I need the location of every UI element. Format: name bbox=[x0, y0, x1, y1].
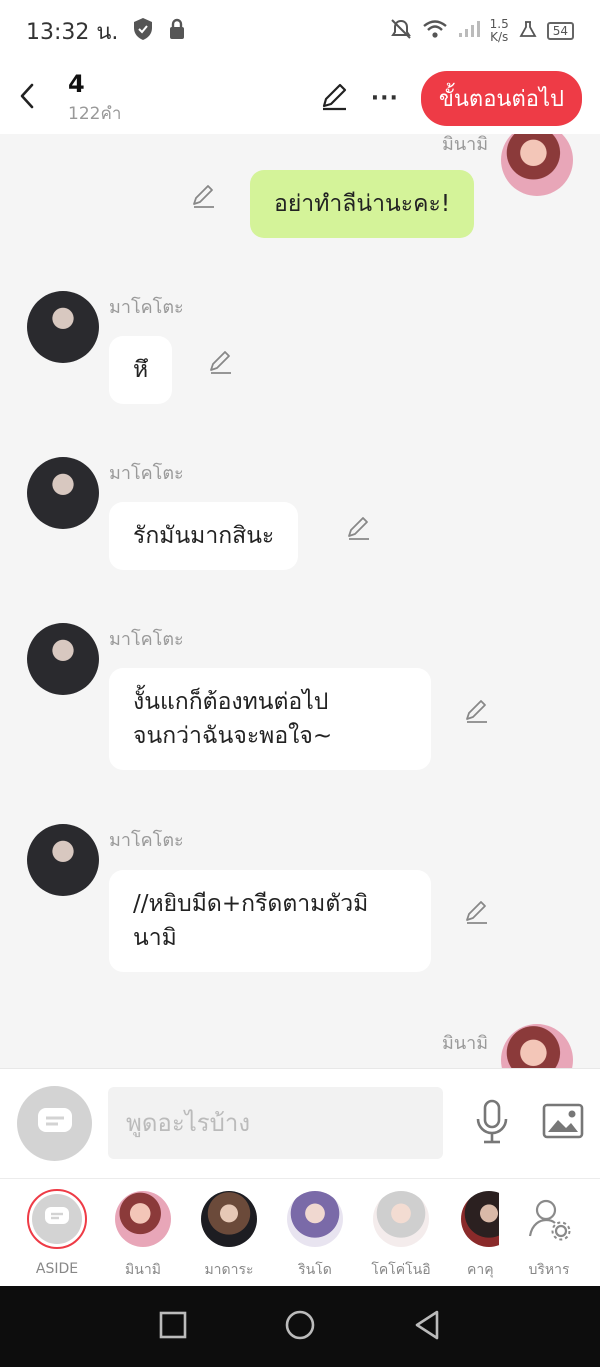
speaker-name: มาโคโตะ bbox=[109, 830, 184, 851]
avatar-makoto[interactable] bbox=[27, 623, 99, 695]
character-label: ASIDE bbox=[35, 1261, 79, 1277]
back-icon bbox=[18, 82, 36, 114]
aside-toggle-button[interactable] bbox=[17, 1086, 92, 1161]
chat-bubble-icon bbox=[44, 1206, 70, 1232]
edit-icon[interactable] bbox=[345, 514, 373, 542]
bell-off-icon bbox=[390, 18, 412, 44]
character-label: มินามิ bbox=[125, 1262, 161, 1278]
word-count: 122คำ bbox=[68, 103, 122, 124]
avatar bbox=[373, 1191, 429, 1247]
avatar-minami[interactable] bbox=[501, 1024, 573, 1068]
edit-icon[interactable] bbox=[463, 898, 491, 926]
image-icon[interactable] bbox=[542, 1102, 584, 1144]
pencil-icon[interactable] bbox=[319, 81, 349, 115]
character-selector: ASIDE มินามิ มาดาระ รินโด โคโค่โนอิ คาคุ… bbox=[0, 1178, 600, 1286]
message-line: นามิ bbox=[133, 925, 177, 951]
battery-indicator: 54 bbox=[546, 22, 574, 40]
message-bubble[interactable]: งั้นแกก็ต้องทนต่อไป จนกว่าฉันจะพอใจ~ bbox=[109, 668, 431, 770]
avatar bbox=[201, 1191, 257, 1247]
speed-unit: K/s bbox=[490, 30, 509, 44]
edit-icon[interactable] bbox=[207, 348, 235, 376]
character-label: คาคุ bbox=[467, 1262, 494, 1278]
avatar-makoto[interactable] bbox=[27, 457, 99, 529]
speaker-name: มาโคโตะ bbox=[109, 463, 184, 484]
character-item-madara[interactable]: มาดาระ bbox=[189, 1191, 269, 1281]
nav-back-icon[interactable] bbox=[413, 1309, 441, 1345]
speaker-name: มินามิ bbox=[442, 1033, 489, 1054]
message-bubble[interactable]: //หยิบมีด+กรีดตามตัวมิ นามิ bbox=[109, 870, 431, 972]
speaker-name: มาโคโตะ bbox=[109, 629, 184, 650]
edit-icon[interactable] bbox=[463, 697, 491, 725]
wifi-icon bbox=[422, 19, 448, 43]
message-input-bar bbox=[0, 1068, 600, 1178]
message-line: จนกว่าฉันจะพอใจ~ bbox=[133, 723, 333, 749]
avatar-makoto[interactable] bbox=[27, 824, 99, 896]
avatar bbox=[287, 1191, 343, 1247]
more-icon[interactable]: ··· bbox=[371, 86, 399, 111]
editor-header: 4 122คำ ··· ขั้นตอนต่อไป bbox=[0, 62, 600, 134]
speaker-name: มินามิ bbox=[442, 134, 489, 155]
nav-square-icon[interactable] bbox=[159, 1311, 187, 1343]
character-item-kokonoi[interactable]: โคโค่โนอิ bbox=[361, 1191, 441, 1281]
character-item-manage[interactable]: บริหาร bbox=[509, 1191, 589, 1281]
message-input[interactable] bbox=[108, 1087, 443, 1159]
system-nav-bar bbox=[0, 1286, 600, 1367]
avatar-makoto[interactable] bbox=[27, 291, 99, 363]
message-line: งั้นแกก็ต้องทนต่อไป bbox=[133, 689, 329, 715]
speed-value: 1.5 bbox=[489, 17, 509, 31]
character-item-kaku[interactable]: คาคุ bbox=[447, 1191, 499, 1281]
message-bubble[interactable]: รักมันมากสินะ bbox=[109, 502, 299, 570]
character-label: โคโค่โนอิ bbox=[371, 1262, 431, 1278]
avatar bbox=[461, 1191, 499, 1247]
chapter-title-block: 4 122คำ bbox=[68, 70, 121, 127]
signal-icon bbox=[458, 20, 480, 42]
avatar-minami[interactable] bbox=[501, 134, 573, 196]
lock-icon bbox=[168, 18, 186, 44]
nav-circle-icon[interactable] bbox=[284, 1309, 316, 1345]
chat-bubble-icon bbox=[36, 1106, 74, 1142]
character-item-rindo[interactable]: รินโด bbox=[275, 1191, 355, 1281]
speaker-name: มาโคโตะ bbox=[109, 297, 184, 318]
flask-icon bbox=[519, 20, 537, 42]
next-step-button[interactable]: ขั้นตอนต่อไป bbox=[420, 70, 582, 126]
back-button[interactable] bbox=[0, 62, 54, 134]
manage-icon bbox=[521, 1191, 577, 1247]
edit-icon[interactable] bbox=[190, 182, 218, 210]
character-label: รินโด bbox=[298, 1262, 332, 1278]
character-label: บริหาร bbox=[528, 1262, 570, 1278]
character-item-aside[interactable]: ASIDE bbox=[17, 1189, 97, 1277]
status-time: 13:32 น. bbox=[26, 19, 119, 45]
character-item-minami[interactable]: มินามิ bbox=[103, 1191, 183, 1281]
message-bubble[interactable]: หึ bbox=[109, 336, 173, 404]
aside-selected-ring bbox=[27, 1189, 87, 1249]
shield-icon bbox=[132, 17, 154, 45]
avatar bbox=[115, 1191, 171, 1247]
message-line: //หยิบมีด+กรีดตามตัวมิ bbox=[133, 891, 369, 917]
message-bubble[interactable]: อย่าทำลีน่านะคะ! bbox=[250, 170, 475, 238]
mic-icon[interactable] bbox=[474, 1099, 510, 1149]
chat-area[interactable]: มินามิ อย่าทำลีน่านะคะ! มาโคโตะ หึ มาโคโ… bbox=[0, 134, 600, 1068]
character-label: มาดาระ bbox=[204, 1262, 254, 1278]
network-speed: 1.5 K/s bbox=[490, 18, 509, 44]
chapter-number: 4 bbox=[68, 69, 85, 98]
status-bar: 13:32 น. 1.5 K/s 54 bbox=[0, 0, 600, 62]
